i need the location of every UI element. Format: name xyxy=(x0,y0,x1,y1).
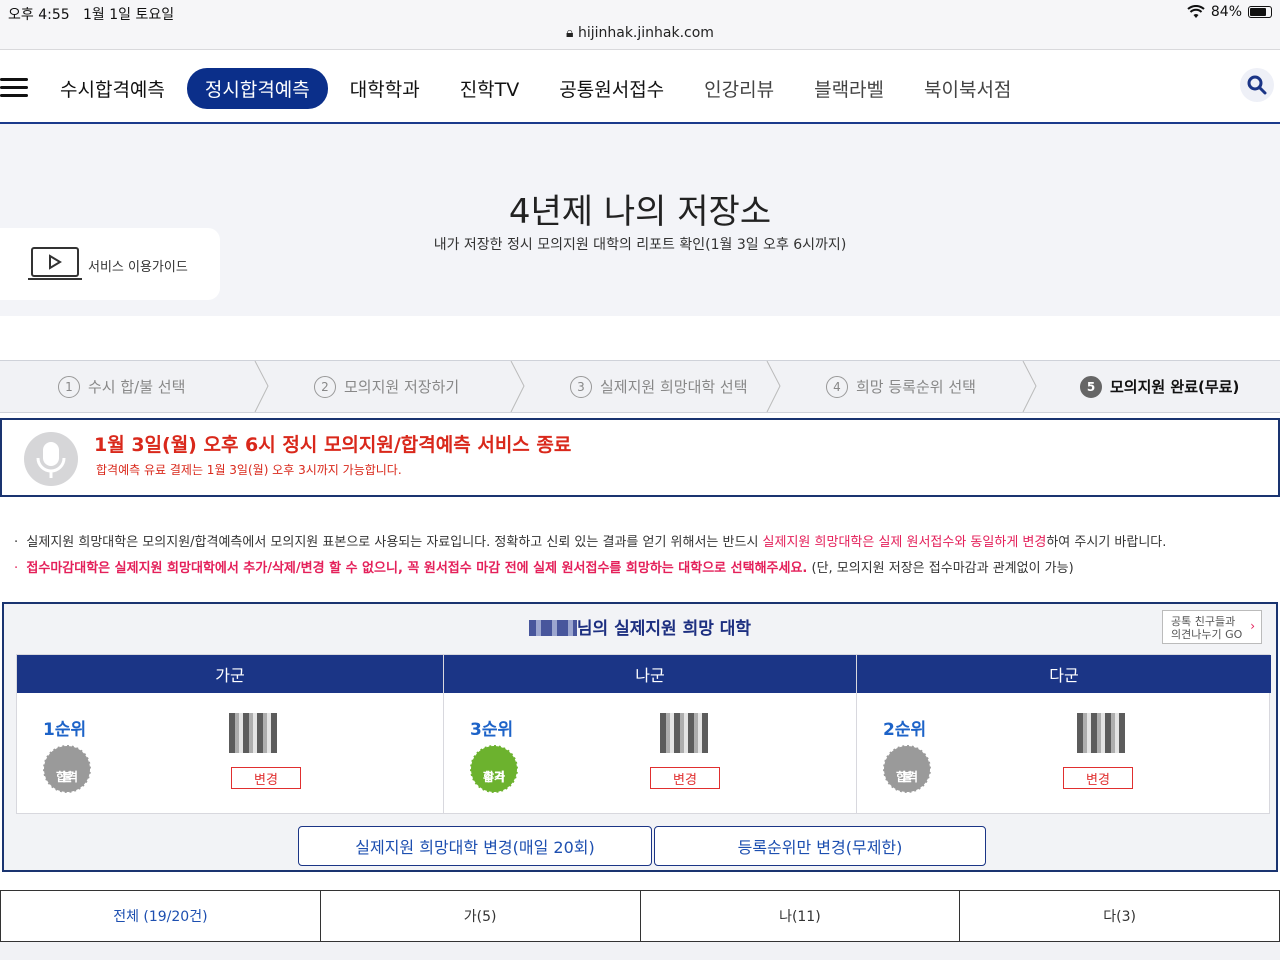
page-title: 4년제 나의 저장소 xyxy=(508,192,772,232)
nav-item-black-label[interactable]: 블랙라벨 xyxy=(796,68,902,109)
step-5-label: 모의지원 완료(무료) xyxy=(1110,378,1240,396)
main-menu: 수시합격예측 정시합격예측 대학학과 진학TV 공통원서접수 인강리뷰 블랙라벨… xyxy=(42,68,1033,109)
wish-panel-title: 님의 실제지원 희망 대학 xyxy=(4,614,1276,639)
change-button[interactable]: 변경 xyxy=(650,767,720,789)
tab-na[interactable]: 나(11) xyxy=(639,890,961,942)
group-header-ga: 가군 xyxy=(17,655,443,693)
progress-steps: 1 수시 합/불 선택 2 모의지원 저장하기 3 실제지원 희망대학 선택 4 희망 … xyxy=(0,360,1280,413)
tab-ga[interactable]: 가(5) xyxy=(319,890,641,942)
group-header-da: 다군 xyxy=(857,655,1271,693)
friends-chat-button[interactable]: 공톡 친구들과 의견나누기 GO › xyxy=(1162,610,1262,644)
change-wish-university-button[interactable]: 실제지원 희망대학 변경(매일 20회) xyxy=(298,826,652,866)
notice-headline: 1월 3일(월) 오후 6시 정시 모의지원/합격예측 서비스 종료 xyxy=(94,434,572,456)
friends-chat-line1: 공톡 친구들과 xyxy=(1171,615,1236,628)
university-name-redacted xyxy=(660,713,708,753)
step-4-number: 4 xyxy=(826,375,848,398)
address-bar[interactable]: 🔒︎ hijinhak.jinhak.com xyxy=(0,25,1280,41)
user-name-redacted xyxy=(528,620,577,636)
wish-university-panel: 님의 실제지원 희망 대학 공톡 친구들과 의견나누기 GO › 가군 나군 다… xyxy=(2,602,1278,872)
notice-subtext: 합격예측 유료 결제는 1월 3일(월) 오후 3시까지 가능합니다. xyxy=(96,463,402,477)
step-4: 4 희망 등록순위 선택 xyxy=(826,361,976,412)
group-cell-na: 3순위 추가 합격 변경 xyxy=(444,693,856,813)
step-2: 2 모의지원 저장하기 xyxy=(314,361,459,412)
nav-item-lecture-review[interactable]: 인강리뷰 xyxy=(686,68,792,109)
search-icon xyxy=(1247,75,1267,95)
microphone-icon xyxy=(24,432,78,486)
chevron-right-icon xyxy=(510,361,525,412)
search-button[interactable] xyxy=(1240,68,1274,102)
nav-item-university[interactable]: 대학학과 xyxy=(332,68,438,109)
tab-da[interactable]: 다(3) xyxy=(959,890,1280,942)
service-guide-label: 서비스 이용가이드 xyxy=(88,260,188,275)
rank-label: 1순위 xyxy=(43,720,87,740)
status-time: 오후 4:55 1월 1일 토요일 xyxy=(8,7,175,23)
tab-all[interactable]: 전체 (19/20건) xyxy=(0,890,321,942)
nav-item-susi[interactable]: 수시합격예측 xyxy=(42,68,183,109)
university-name-redacted xyxy=(1077,713,1125,753)
info-line-2: · 접수마감대학은 실제지원 희망대학에서 추가/삭제/변경 할 수 없으니, … xyxy=(14,561,1074,576)
result-seal-icon: 불 합격 xyxy=(881,743,933,795)
step-3-number: 3 xyxy=(570,375,592,398)
step-4-label: 희망 등록순위 선택 xyxy=(856,378,976,396)
service-end-notice: 1월 3일(월) 오후 6시 정시 모의지원/합격예측 서비스 종료 합격예측 … xyxy=(0,418,1280,497)
info-notes: · 실제지원 희망대학은 모의지원/합격예측에서 모의지원 표본으로 사용되는 … xyxy=(14,530,1166,582)
group-filter-tabs: 전체 (19/20건) 가(5) 나(11) 다(3) xyxy=(0,890,1280,942)
nav-item-jinhak-tv[interactable]: 진학TV xyxy=(442,68,538,109)
chevron-right-icon xyxy=(254,361,269,412)
step-2-label: 모의지원 저장하기 xyxy=(344,378,460,396)
chevron-right-icon xyxy=(766,361,781,412)
nav-item-jeongsi[interactable]: 정시합격예측 xyxy=(186,68,328,109)
university-name-redacted xyxy=(229,713,277,753)
group-cell-ga: 1순위 불 합격 변경 xyxy=(17,693,443,813)
friends-chat-line2: 의견나누기 GO xyxy=(1171,628,1243,641)
step-5-number: 5 xyxy=(1080,375,1102,398)
status-right: 84% xyxy=(1187,4,1272,20)
video-laptop-icon xyxy=(28,247,82,280)
hero-section: 4년제 나의 저장소 내가 저장한 정시 모의지원 대학의 리포트 확인(1월 … xyxy=(0,124,1280,316)
battery-icon xyxy=(1248,6,1272,18)
nav-item-common-application[interactable]: 공통원서접수 xyxy=(541,68,682,109)
change-rank-button[interactable]: 등록순위만 변경(무제한) xyxy=(654,826,986,866)
info-line-1: · 실제지원 희망대학은 모의지원/합격예측에서 모의지원 표본으로 사용되는 … xyxy=(14,535,1167,550)
result-seal-icon: 불 합격 xyxy=(41,743,93,795)
page-bottom xyxy=(0,942,1280,960)
step-1: 1 수시 합/불 선택 xyxy=(58,361,185,412)
rank-label: 3순위 xyxy=(470,720,514,740)
url-text: hijinhak.jinhak.com xyxy=(577,25,714,41)
rank-label: 2순위 xyxy=(883,720,927,740)
service-guide-button[interactable]: 서비스 이용가이드 xyxy=(0,228,220,300)
chevron-right-icon xyxy=(1022,361,1037,412)
nav-item-bookstore[interactable]: 북이북서점 xyxy=(906,68,1029,109)
battery-percent: 84% xyxy=(1210,4,1242,20)
lock-icon: 🔒︎ xyxy=(566,25,574,41)
top-nav: 수시합격예측 정시합격예측 대학학과 진학TV 공통원서접수 인강리뷰 블랙라벨… xyxy=(0,50,1280,124)
wifi-icon xyxy=(1187,5,1205,18)
step-2-number: 2 xyxy=(314,375,336,398)
chevron-right-icon: › xyxy=(1250,619,1255,633)
result-seal-icon: 추가 합격 xyxy=(468,743,520,795)
group-cell-da: 2순위 불 합격 변경 xyxy=(857,693,1271,813)
step-3-label: 실제지원 희망대학 선택 xyxy=(600,378,748,396)
step-1-label: 수시 합/불 선택 xyxy=(88,378,186,396)
group-table: 가군 나군 다군 1순위 불 합격 변경 3순위 추가 합격 변경 2순위 불 … xyxy=(16,654,1271,814)
change-button[interactable]: 변경 xyxy=(1063,767,1133,789)
step-1-number: 1 xyxy=(58,375,80,398)
group-header-na: 나군 xyxy=(444,655,856,693)
change-button[interactable]: 변경 xyxy=(231,767,301,789)
status-bar: 오후 4:55 1월 1일 토요일 84% 🔒︎ hijinhak.jinhak… xyxy=(0,0,1280,50)
step-5-current: 5 모의지원 완료(무료) xyxy=(1080,361,1239,412)
step-3: 3 실제지원 희망대학 선택 xyxy=(570,361,748,412)
menu-icon[interactable] xyxy=(0,78,28,98)
